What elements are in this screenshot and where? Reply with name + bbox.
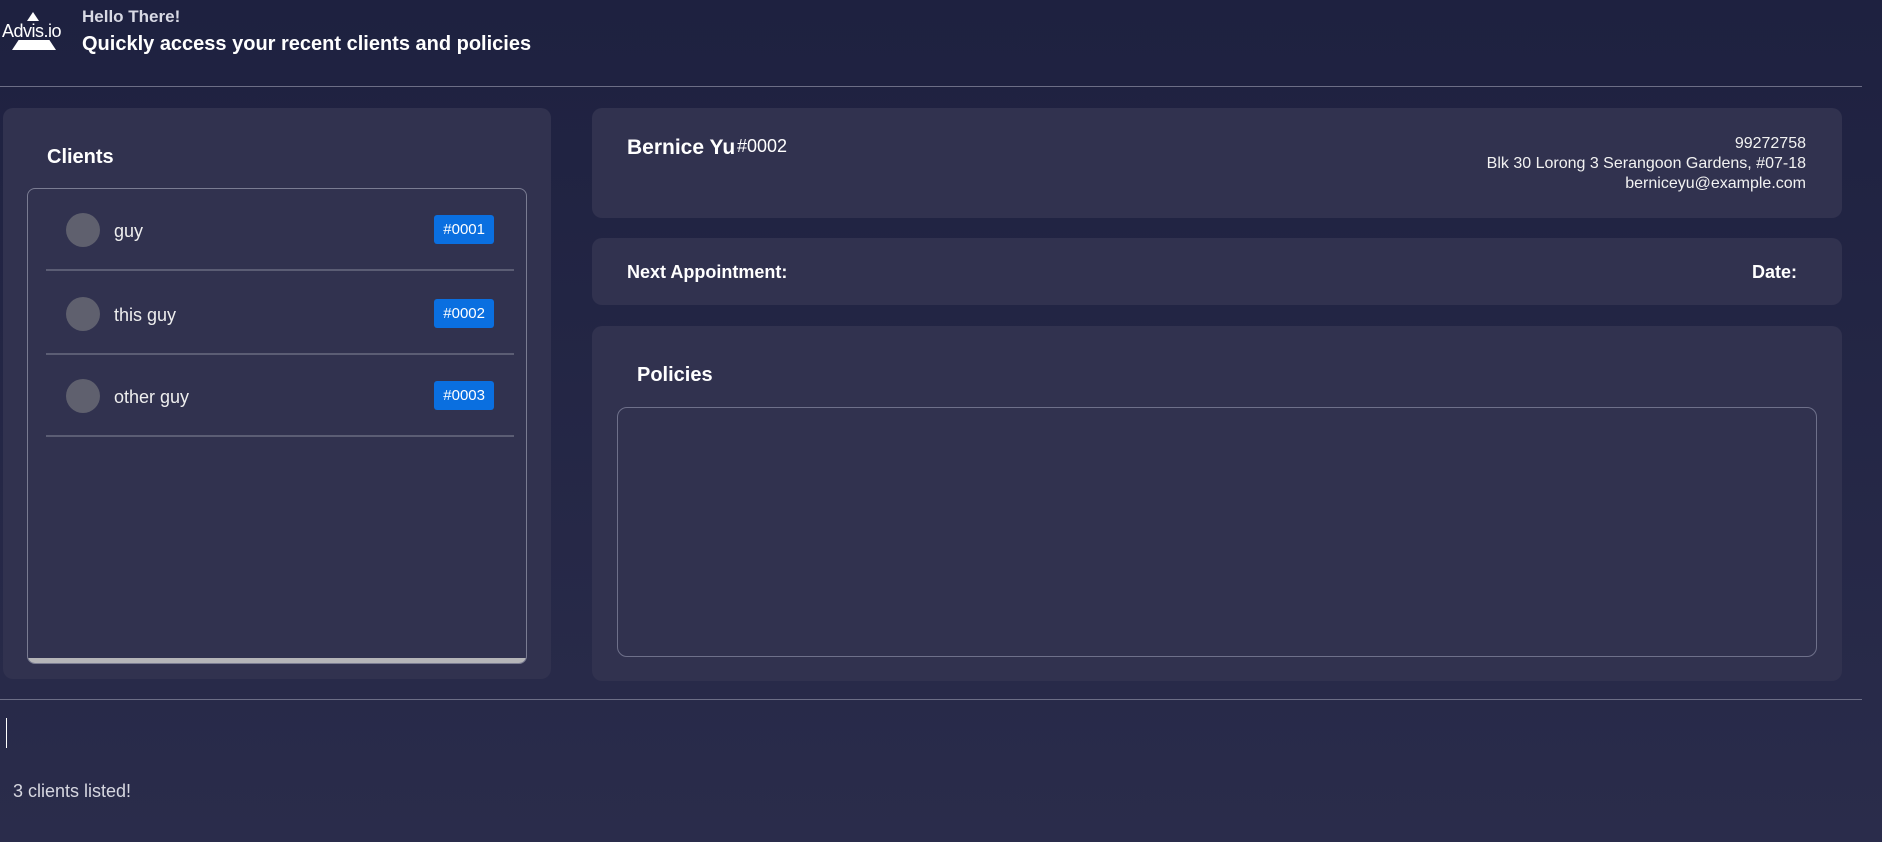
greeting-text: Hello There! <box>82 7 181 26</box>
client-contact-block: 99272758 Blk 30 Lorong 3 Serangoon Garde… <box>1487 134 1806 194</box>
client-address: Blk 30 Lorong 3 Serangoon Gardens, #07-1… <box>1486 155 1806 172</box>
date-label: Date: <box>1751 262 1797 282</box>
client-name: guy <box>114 221 144 241</box>
policies-panel: Policies <box>592 326 1842 681</box>
client-id-badge: #0001 <box>434 215 494 244</box>
client-list-item[interactable]: this guy #0002 <box>46 273 514 355</box>
text-caret <box>6 718 7 748</box>
logo-base-icon <box>12 40 56 50</box>
client-info-card: Bernice Yu #0002 99272758 Blk 30 Lorong … <box>592 108 1842 218</box>
client-name: other guy <box>114 387 190 407</box>
command-input[interactable] <box>0 712 1862 752</box>
result-display: 3 clients listed! <box>13 781 132 801</box>
header: Advis.io Hello There! Quickly access you… <box>0 0 1882 86</box>
horizontal-scrollbar[interactable] <box>28 658 526 663</box>
avatar <box>66 379 100 413</box>
avatar <box>66 213 100 247</box>
header-subtitle: Quickly access your recent clients and p… <box>82 33 532 55</box>
appointment-card: Next Appointment: Date: <box>592 238 1842 305</box>
client-name: this guy <box>114 305 177 325</box>
avatar <box>66 297 100 331</box>
policies-title: Policies <box>637 364 713 386</box>
app-logo: Advis.io <box>2 10 62 54</box>
client-id-badge: #0003 <box>434 381 494 410</box>
next-appointment-label: Next Appointment: <box>627 262 788 282</box>
clients-list[interactable]: guy #0001 this guy #0002 other guy #0003 <box>27 188 527 664</box>
logo-triangle-icon <box>27 12 39 21</box>
client-id-badge: #0002 <box>434 299 494 328</box>
client-email: berniceyu@example.com <box>1625 175 1806 192</box>
client-list-item[interactable]: other guy #0003 <box>46 355 514 437</box>
bottom-divider <box>0 699 1862 700</box>
policies-list[interactable] <box>617 407 1817 657</box>
client-detail-name: Bernice Yu <box>627 136 736 159</box>
logo-text: Advis.io <box>2 21 62 41</box>
top-divider <box>0 86 1862 87</box>
clients-panel: Clients guy #0001 this guy #0002 other g… <box>3 108 551 679</box>
client-list-item[interactable]: guy #0001 <box>46 189 514 271</box>
client-phone: 99272758 <box>1734 135 1806 152</box>
client-detail-id: #0002 <box>737 136 788 156</box>
clients-title: Clients <box>47 146 114 168</box>
